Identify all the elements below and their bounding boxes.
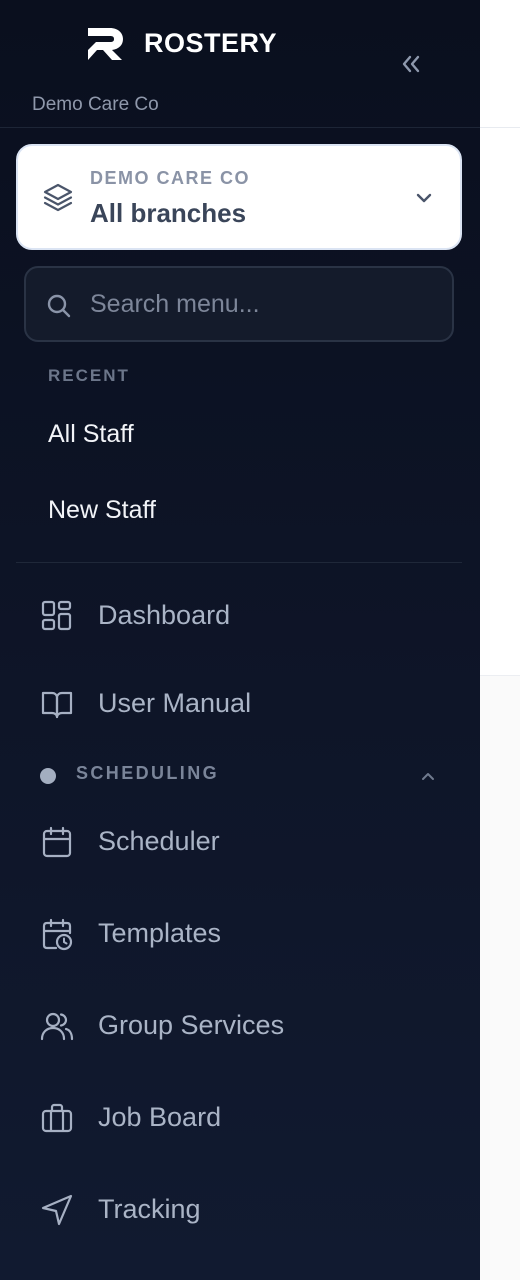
- nav-item-templates[interactable]: Templates: [40, 910, 460, 956]
- content-header: [480, 0, 520, 128]
- calendar-icon: [42, 826, 72, 858]
- search-icon: [47, 294, 71, 318]
- rostery-logo-icon: [88, 28, 123, 60]
- nav-item-job-board[interactable]: Job Board: [40, 1094, 460, 1140]
- nav-label-scheduler: Scheduler: [98, 826, 220, 856]
- recent-item-all-staff[interactable]: All Staff: [48, 420, 134, 449]
- chevrons-left-icon: [402, 55, 420, 73]
- menu-search: [24, 266, 454, 342]
- users-icon: [40, 1012, 74, 1041]
- book-open-icon: [41, 691, 73, 719]
- sidebar: ROSTERY Demo Care Co DEMO CARE CO All br…: [0, 0, 480, 1280]
- nav-item-dashboard[interactable]: Dashboard: [40, 592, 460, 638]
- recent-item-new-staff[interactable]: New Staff: [48, 496, 156, 525]
- layers-icon: [43, 183, 73, 212]
- branch-selector[interactable]: DEMO CARE CO All branches: [16, 144, 462, 250]
- nav-item-scheduler[interactable]: Scheduler: [40, 818, 460, 864]
- organization-name: Demo Care Co: [32, 94, 159, 115]
- content-area-lower: [480, 676, 520, 1280]
- content-area: [480, 128, 520, 676]
- app-page: ROSTERY Demo Care Co DEMO CARE CO All br…: [0, 0, 520, 1280]
- collapse-sidebar-button[interactable]: [396, 50, 426, 78]
- dashboard-grid-icon: [41, 600, 72, 631]
- sidebar-divider: [16, 562, 462, 563]
- nav-label-job-board: Job Board: [98, 1102, 222, 1132]
- nav-item-tracking[interactable]: Tracking: [40, 1186, 460, 1232]
- nav-label-group-services: Group Services: [98, 1010, 285, 1040]
- calendar-clock-icon: [42, 918, 73, 951]
- branch-selector-value: All branches: [90, 198, 247, 228]
- navigation-icon: [41, 1194, 73, 1226]
- sidebar-brand: ROSTERY Demo Care Co: [0, 0, 480, 128]
- nav-label-templates: Templates: [98, 918, 222, 948]
- recent-heading: RECENT: [48, 366, 130, 385]
- nav-item-group-services[interactable]: Group Services: [40, 1002, 460, 1048]
- chevron-down-icon: [416, 193, 432, 203]
- nav-label-dashboard: Dashboard: [98, 600, 231, 630]
- nav-item-user-manual[interactable]: User Manual: [40, 680, 460, 726]
- section-toggle-scheduling[interactable]: SCHEDULING: [40, 762, 440, 788]
- branch-selector-org: DEMO CARE CO: [90, 168, 251, 188]
- search-input[interactable]: [90, 280, 430, 328]
- brand-name: ROSTERY: [144, 28, 278, 58]
- nav-label-user-manual: User Manual: [98, 688, 252, 718]
- section-dot: [40, 768, 56, 784]
- nav-label-tracking: Tracking: [98, 1194, 201, 1224]
- briefcase-icon: [41, 1103, 73, 1133]
- section-label-scheduling: SCHEDULING: [76, 763, 220, 783]
- chevron-up-icon: [422, 773, 434, 780]
